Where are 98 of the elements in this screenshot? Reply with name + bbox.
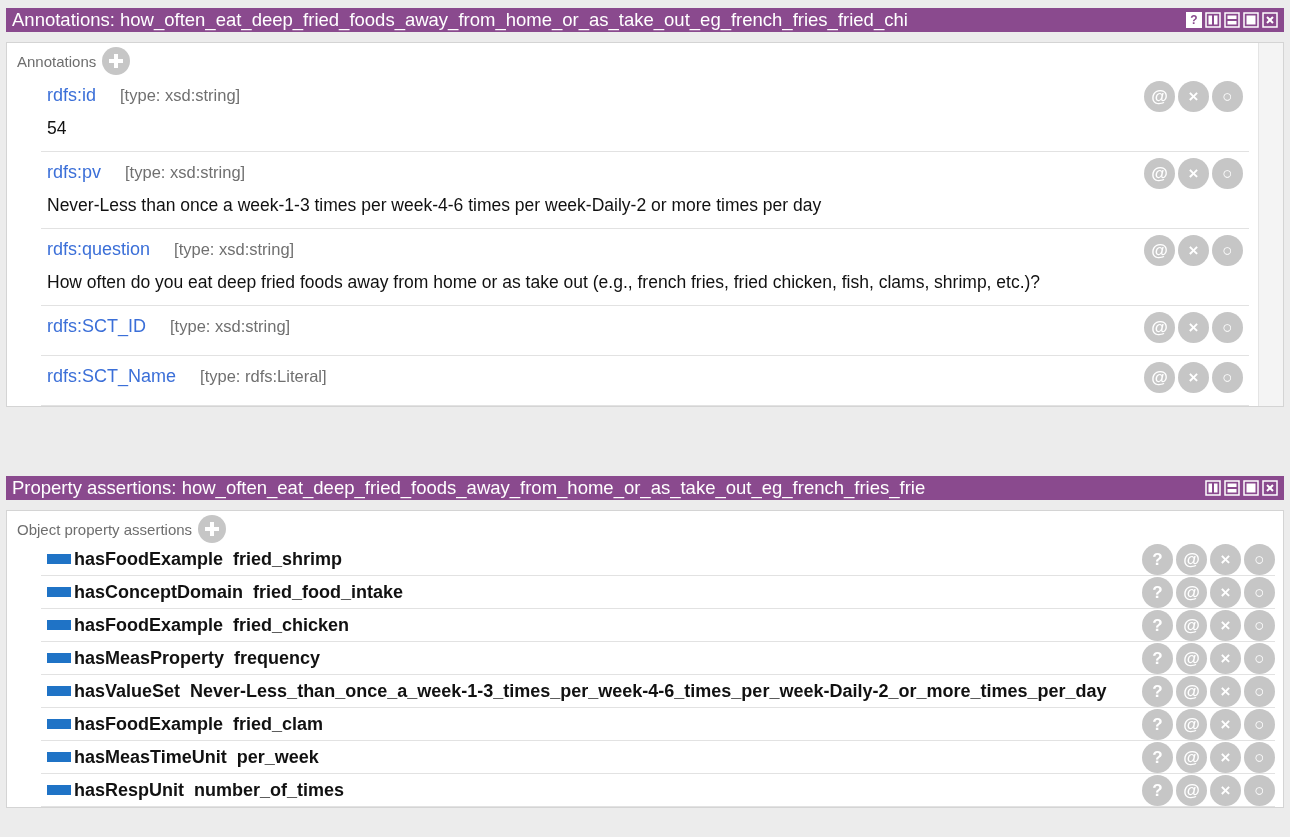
split-horizontal-icon[interactable] (1224, 12, 1240, 28)
property-value[interactable]: fried_chicken (233, 615, 350, 636)
scrollbar-track[interactable] (1258, 43, 1283, 406)
annotate-button[interactable]: @ (1176, 775, 1207, 806)
property-name: hasValueSet (74, 681, 181, 702)
edit-button[interactable]: ○ (1244, 544, 1275, 575)
property-value[interactable]: frequency (234, 648, 321, 669)
annotate-button[interactable]: @ (1144, 235, 1175, 266)
property-link[interactable]: rdfs:pv (47, 162, 102, 183)
property-link[interactable]: rdfs:question (47, 239, 151, 260)
delete-button[interactable]: × (1178, 362, 1209, 393)
type-label: [type: xsd:string] (174, 240, 295, 259)
property-value[interactable]: fried_shrimp (233, 549, 343, 570)
explain-button[interactable]: ? (1142, 742, 1173, 773)
delete-button[interactable]: × (1210, 709, 1241, 740)
help-button[interactable]: ? (1186, 12, 1202, 28)
property-link[interactable]: rdfs:id (47, 85, 97, 106)
maximize-icon[interactable] (1243, 12, 1259, 28)
object-property-icon (47, 620, 71, 630)
delete-button[interactable]: × (1210, 676, 1241, 707)
delete-button[interactable]: × (1210, 643, 1241, 674)
split-vertical-icon[interactable] (1205, 12, 1221, 28)
annotate-button[interactable]: @ (1176, 577, 1207, 608)
annotate-button[interactable]: @ (1176, 544, 1207, 575)
explain-button[interactable]: ? (1142, 676, 1173, 707)
explain-button[interactable]: ? (1142, 775, 1173, 806)
edit-button[interactable]: ○ (1244, 676, 1275, 707)
panel-title: Annotations: how_often_eat_deep_fried_foods_away_from_home_or_as_take_out_eg_french_fries_fried_chi (12, 9, 909, 31)
edit-button[interactable]: ○ (1212, 81, 1243, 112)
edit-button[interactable]: ○ (1244, 775, 1275, 806)
delete-button[interactable]: × (1178, 81, 1209, 112)
section-label: Object property assertions (17, 520, 193, 538)
property-link[interactable]: rdfs:SCT_Name (47, 366, 177, 387)
explain-button[interactable]: ? (1142, 610, 1173, 641)
object-property-icon (47, 785, 71, 795)
annotation-value: Never-Less than once a week-1-3 times per week-4-6 times per week-Daily-2 or more times per day (47, 195, 822, 216)
property-link[interactable]: rdfs:SCT_ID (47, 316, 147, 337)
annotate-button[interactable]: @ (1176, 610, 1207, 641)
delete-button[interactable]: × (1210, 742, 1241, 773)
split-horizontal-icon[interactable] (1224, 480, 1240, 496)
edit-button[interactable]: ○ (1244, 742, 1275, 773)
edit-button[interactable]: ○ (1244, 610, 1275, 641)
annotate-button[interactable]: @ (1144, 362, 1175, 393)
property-value[interactable]: Never-Less_than_once_a_week-1-3_times_per_week-4-6_times_per_week-Daily-2_or_more_times_per_day (190, 681, 1107, 702)
delete-button[interactable]: × (1210, 577, 1241, 608)
property-name: hasConceptDomain (74, 582, 244, 603)
annotate-button[interactable]: @ (1176, 709, 1207, 740)
property-name: hasFoodExample (74, 615, 224, 636)
split-vertical-icon[interactable] (1205, 480, 1221, 496)
annotate-button[interactable]: @ (1176, 742, 1207, 773)
property-name: hasMeasTimeUnit (74, 747, 227, 768)
annotate-button[interactable]: @ (1176, 643, 1207, 674)
property-name: hasRespUnit (74, 780, 185, 801)
edit-button[interactable]: ○ (1212, 235, 1243, 266)
delete-button[interactable]: × (1178, 158, 1209, 189)
property-name: hasMeasProperty (74, 648, 225, 669)
delete-button[interactable]: × (1210, 610, 1241, 641)
annotate-button[interactable]: @ (1144, 312, 1175, 343)
object-property-icon (47, 752, 71, 762)
property-value[interactable]: per_week (236, 747, 319, 768)
explain-button[interactable]: ? (1142, 544, 1173, 575)
type-label: [type: rdfs:Literal] (200, 367, 327, 386)
explain-button[interactable]: ? (1142, 709, 1173, 740)
explain-button[interactable]: ? (1142, 577, 1173, 608)
property-value[interactable]: number_of_times (194, 780, 345, 801)
edit-button[interactable]: ○ (1212, 362, 1243, 393)
edit-button[interactable]: ○ (1244, 643, 1275, 674)
edit-button[interactable]: ○ (1212, 312, 1243, 343)
object-property-icon (47, 554, 71, 564)
section-label: Annotations (17, 52, 97, 70)
object-property-icon (47, 587, 71, 597)
edit-button[interactable]: ○ (1244, 577, 1275, 608)
delete-button[interactable]: × (1210, 775, 1241, 806)
panel-title: Property assertions: how_often_eat_deep_fried_foods_away_from_home_or_as_take_out_eg_french_fries_frie (12, 477, 927, 499)
close-icon[interactable] (1262, 480, 1278, 496)
object-property-icon (47, 653, 71, 663)
annotate-button[interactable]: @ (1144, 81, 1175, 112)
edit-button[interactable]: ○ (1244, 709, 1275, 740)
type-label: [type: xsd:string] (170, 317, 291, 336)
type-label: [type: xsd:string] (125, 163, 246, 182)
object-property-icon (47, 686, 71, 696)
property-name: hasFoodExample (74, 549, 224, 570)
explain-button[interactable]: ? (1142, 643, 1173, 674)
delete-button[interactable]: × (1178, 235, 1209, 266)
object-property-icon (47, 719, 71, 729)
delete-button[interactable]: × (1178, 312, 1209, 343)
property-value[interactable]: fried_clam (233, 714, 324, 735)
close-icon[interactable] (1262, 12, 1278, 28)
annotation-value: How often do you eat deep fried foods away from home or as take out (e.g., french fries, fried chicken, fish, clams, shrimp, etc.)? (47, 272, 1041, 293)
edit-button[interactable]: ○ (1212, 158, 1243, 189)
maximize-icon[interactable] (1243, 480, 1259, 496)
delete-button[interactable]: × (1210, 544, 1241, 575)
annotate-button[interactable]: @ (1176, 676, 1207, 707)
annotation-value: 54 (47, 118, 68, 139)
annotate-button[interactable]: @ (1144, 158, 1175, 189)
type-label: [type: xsd:string] (120, 86, 241, 105)
property-name: hasFoodExample (74, 714, 224, 735)
property-value[interactable]: fried_food_intake (253, 582, 404, 603)
